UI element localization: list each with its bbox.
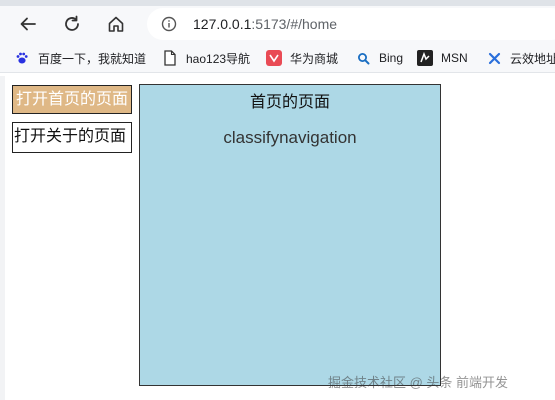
bookmark-label: hao123导航	[186, 51, 251, 66]
bookmark-label: 云效地址	[510, 51, 555, 66]
back-arrow-icon	[20, 17, 36, 31]
bookmark-baidu[interactable]: 百度一下，我就知道	[14, 49, 146, 67]
bookmark-huawei[interactable]: 华为商城	[266, 49, 338, 67]
bookmark-label: Bing	[379, 51, 404, 65]
home-page-link[interactable]: 打开首页的页面	[12, 85, 132, 114]
bing-search-icon	[355, 50, 371, 66]
address-bar[interactable]: 127.0.0.1:5173/#/home	[147, 8, 555, 40]
bookmark-yunxiao[interactable]: 云效地址	[486, 49, 555, 67]
info-icon[interactable]	[161, 16, 177, 32]
bookmark-label: 百度一下，我就知道	[38, 51, 147, 66]
bookmark-label: 华为商城	[290, 51, 339, 66]
bookmark-bing[interactable]: Bing	[355, 49, 403, 67]
home-icon	[108, 16, 124, 32]
bookmark-hao123[interactable]: hao123导航	[162, 49, 250, 67]
browser-toolbar: 127.0.0.1:5173/#/home	[0, 6, 555, 43]
view-title: 首页的页面	[249, 94, 330, 111]
reload-icon	[65, 15, 79, 31]
router-view-panel: 首页的页面 classifynavigation	[139, 84, 441, 386]
bookmark-label: MSN	[441, 51, 468, 65]
about-page-link[interactable]: 打开关于的页面	[12, 122, 132, 153]
url-host: 127.0.0.1	[193, 16, 252, 32]
view-subtitle: classifynavigation	[223, 128, 357, 147]
url-text[interactable]: 127.0.0.1:5173/#/home	[193, 16, 337, 32]
bookmark-msn[interactable]: MSN	[417, 49, 468, 67]
bookmarks-bar: 百度一下，我就知道 hao123导航 华为商城 Bing MSN 云效地址	[0, 43, 555, 73]
baidu-paw-icon	[14, 50, 30, 66]
page-icon	[162, 50, 178, 66]
viewport-edge	[0, 76, 5, 400]
yunxiao-icon	[486, 50, 502, 66]
huawei-mall-icon	[266, 50, 282, 66]
watermark: 掘金技术社区 @ 头条 前端开发	[328, 375, 509, 390]
back-button[interactable]	[13, 10, 43, 38]
url-path: :5173/#/home	[251, 16, 338, 32]
home-button[interactable]	[101, 10, 131, 38]
reload-button[interactable]	[57, 10, 87, 38]
msn-icon	[417, 50, 433, 66]
